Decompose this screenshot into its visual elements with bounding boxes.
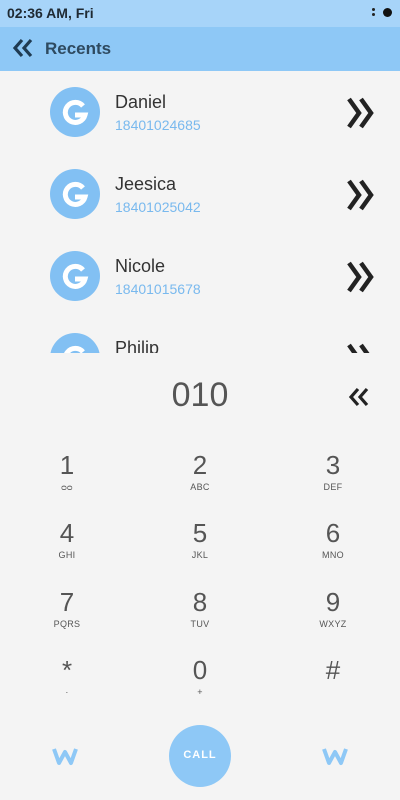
contact-row-jeesica[interactable]: Jeesica 18401025042 bbox=[0, 153, 400, 235]
back-icon[interactable] bbox=[12, 36, 36, 60]
contact-name: Daniel bbox=[115, 92, 167, 112]
double-chevron-right-icon[interactable] bbox=[346, 342, 376, 353]
key-0[interactable]: 0 + bbox=[150, 655, 250, 715]
dialer-display: 010 bbox=[0, 353, 400, 437]
w-icon[interactable] bbox=[52, 746, 78, 766]
double-chevron-right-icon[interactable] bbox=[346, 260, 376, 294]
page-title: Recents bbox=[45, 39, 112, 58]
key-7[interactable]: 7 PQRS bbox=[17, 587, 117, 647]
key-5[interactable]: 5 JKL bbox=[150, 518, 250, 578]
double-chevron-right-icon[interactable] bbox=[346, 178, 376, 212]
key-8[interactable]: 8 TUV bbox=[150, 587, 250, 647]
key-digit: 4 bbox=[59, 518, 75, 548]
recents-list[interactable]: Daniel 18401024685 Jeesica 18401025042 N… bbox=[0, 71, 400, 353]
dialed-number: 010 bbox=[171, 376, 229, 414]
key-1[interactable]: 1 ᴑᴑ bbox=[17, 450, 117, 510]
contact-row-nicole[interactable]: Nicole 18401015678 bbox=[0, 235, 400, 317]
avatar-icon bbox=[50, 333, 100, 353]
key-digit: 6 bbox=[325, 518, 341, 548]
w-icon[interactable] bbox=[322, 746, 348, 766]
backspace-icon[interactable] bbox=[348, 385, 372, 409]
status-bar: 02:36 AM, Fri bbox=[0, 0, 400, 27]
key-letters: TUV bbox=[190, 619, 210, 629]
more-dots-icon bbox=[372, 8, 375, 19]
key-4[interactable]: 4 GHI bbox=[17, 518, 117, 578]
key-3[interactable]: 3 DEF bbox=[283, 450, 383, 510]
key-letters: MNO bbox=[322, 550, 344, 560]
key-9[interactable]: 9 WXYZ bbox=[283, 587, 383, 647]
key-letters: PQRS bbox=[53, 619, 81, 629]
contact-number: 18401024685 bbox=[115, 117, 201, 133]
key-digit: 9 bbox=[325, 587, 341, 617]
call-label: CALL bbox=[183, 749, 217, 761]
key-digit: # bbox=[325, 655, 341, 685]
double-chevron-right-icon[interactable] bbox=[346, 96, 376, 130]
key-letters: JKL bbox=[191, 550, 209, 560]
key-6[interactable]: 6 MNO bbox=[283, 518, 383, 578]
app-header: Recents bbox=[0, 27, 400, 71]
key-digit: 1 bbox=[59, 450, 75, 480]
key-letters: ABC bbox=[190, 482, 210, 492]
contact-name: Nicole bbox=[115, 256, 166, 276]
key-digit: 2 bbox=[192, 450, 208, 480]
avatar-icon bbox=[50, 87, 100, 137]
key-digit: 0 bbox=[192, 655, 208, 685]
key-star[interactable]: * · bbox=[17, 655, 117, 715]
key-letters: WXYZ bbox=[319, 619, 347, 629]
key-digit: * bbox=[61, 655, 73, 685]
key-2[interactable]: 2 ABC bbox=[150, 450, 250, 510]
contact-row-philip[interactable]: Philip bbox=[0, 317, 400, 353]
contact-name: Philip bbox=[115, 338, 160, 353]
key-digit: 7 bbox=[59, 587, 75, 617]
avatar-icon bbox=[50, 169, 100, 219]
key-letters: GHI bbox=[58, 550, 76, 560]
contact-name: Jeesica bbox=[115, 174, 177, 194]
key-digit: 5 bbox=[192, 518, 208, 548]
key-letters: + bbox=[197, 687, 203, 697]
voicemail-icon: ᴑᴑ bbox=[61, 482, 73, 492]
status-time: 02:36 AM, Fri bbox=[7, 5, 94, 21]
contact-row-daniel[interactable]: Daniel 18401024685 bbox=[0, 71, 400, 153]
key-digit: 8 bbox=[192, 587, 208, 617]
key-letters: DEF bbox=[323, 482, 343, 492]
bottom-action-bar: CALL bbox=[0, 720, 400, 800]
contact-number: 18401025042 bbox=[115, 199, 201, 215]
key-digit: 3 bbox=[325, 450, 341, 480]
avatar-icon bbox=[50, 251, 100, 301]
call-button[interactable]: CALL bbox=[169, 725, 231, 787]
contact-number: 18401015678 bbox=[115, 281, 201, 297]
key-letters: · bbox=[65, 687, 69, 697]
camera-dot-icon bbox=[383, 8, 392, 17]
key-hash[interactable]: # bbox=[283, 655, 383, 715]
